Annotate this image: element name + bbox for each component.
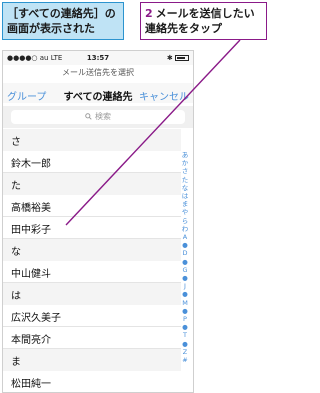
callout-pointer-line	[65, 39, 241, 226]
